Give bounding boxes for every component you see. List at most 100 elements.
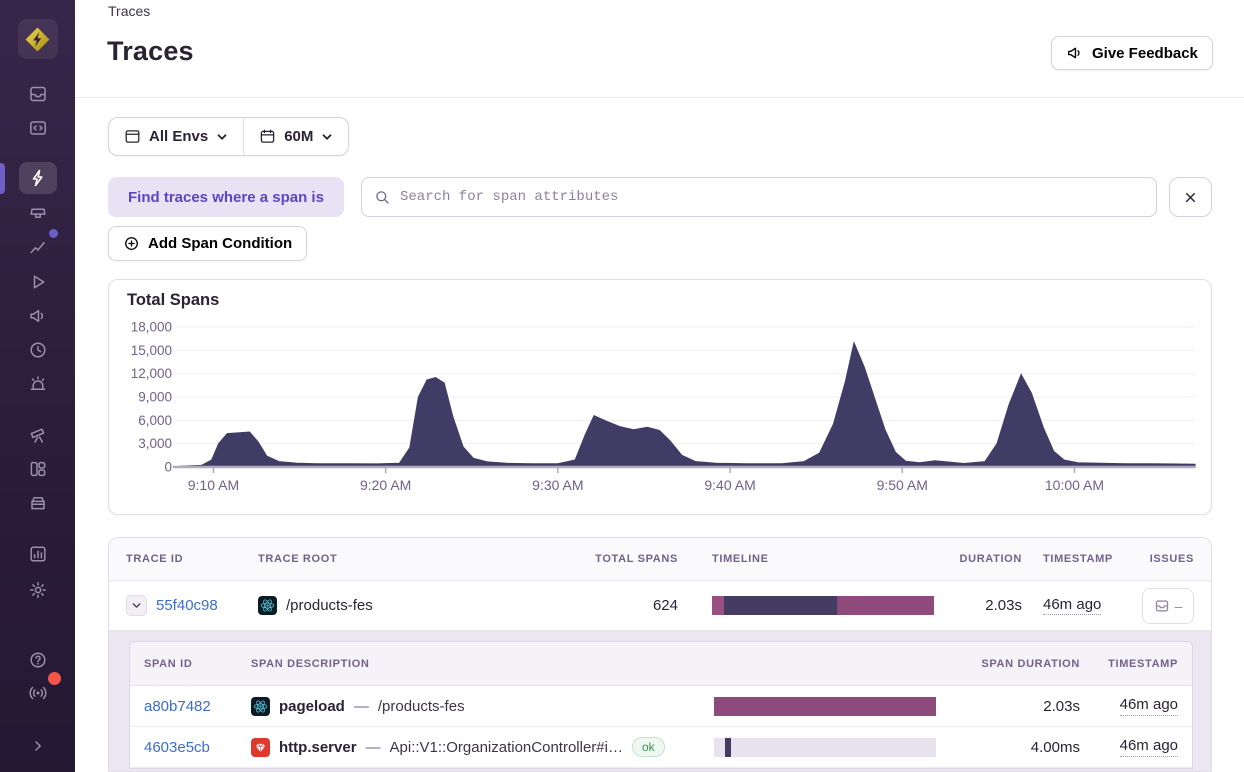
svg-text:9:20 AM: 9:20 AM xyxy=(360,477,411,493)
megaphone-icon xyxy=(1068,47,1080,59)
active-nav-indicator xyxy=(0,163,5,194)
col-issues: ISSUES xyxy=(1149,553,1194,565)
breadcrumb[interactable]: Traces xyxy=(108,3,150,19)
sidebar-item-releases[interactable] xyxy=(19,487,57,519)
svg-text:9:30 AM: 9:30 AM xyxy=(532,477,583,493)
svg-text:12,000: 12,000 xyxy=(131,366,172,381)
span-id-link[interactable]: 4603e5cb xyxy=(144,739,210,756)
sidebar-item-settings[interactable] xyxy=(19,574,57,606)
sidebar-item-traces[interactable] xyxy=(18,162,57,194)
svg-text:9:40 AM: 9:40 AM xyxy=(704,477,755,493)
svg-text:9:50 AM: 9:50 AM xyxy=(877,477,928,493)
span-separator: — xyxy=(353,697,369,715)
close-icon xyxy=(1185,192,1196,202)
total-spans-area-chart: 0 3,000 6,000 9,000 12,000 15,000 18,000 9:10 A… xyxy=(131,320,1196,493)
broadcast-icon xyxy=(28,686,47,700)
chevron-down-icon xyxy=(132,603,141,608)
total-spans-chart-panel: Total Spans 0 3,000 6,000 9,000 12,000 15,000… xyxy=(108,279,1212,515)
sidebar-item-stats[interactable] xyxy=(19,538,57,570)
sidebar xyxy=(0,0,75,772)
span-row: a80b7482 pageload — /products-fes 2.03s xyxy=(130,686,1192,727)
sidebar-item-whats-new[interactable] xyxy=(19,672,61,709)
question-circle-icon xyxy=(29,652,46,668)
time-range-filter-label: 60M xyxy=(284,128,314,145)
trace-id-link[interactable]: 55f40c98 xyxy=(156,597,218,614)
calendar-icon xyxy=(260,129,275,143)
total-spans-value: 624 xyxy=(652,597,678,614)
col-span-duration: SPAN DURATION xyxy=(981,657,1080,670)
give-feedback-label: Give Feedback xyxy=(1092,44,1198,62)
col-trace-id: TRACE ID xyxy=(126,553,184,565)
sidebar-item-insights[interactable] xyxy=(19,229,58,263)
sidebar-collapse-button[interactable] xyxy=(19,730,57,762)
projector-icon xyxy=(29,208,46,219)
megaphone-icon xyxy=(29,310,43,322)
main-content: Traces Traces Give Feedback All Envs 60M… xyxy=(75,0,1244,772)
sentry-logo[interactable] xyxy=(17,19,58,59)
span-timestamp[interactable]: 46m ago xyxy=(1119,737,1178,757)
play-icon xyxy=(33,275,44,289)
whats-new-notification-dot xyxy=(47,672,61,685)
gear-icon xyxy=(29,582,46,598)
col-timestamp: TIMESTAMP xyxy=(1043,553,1113,565)
siren-icon xyxy=(30,376,45,390)
svg-text:10:00 AM: 10:00 AM xyxy=(1045,477,1104,493)
span-op: pageload xyxy=(279,697,345,715)
span-condition-context-label: Find traces where a span is xyxy=(108,177,344,217)
collapse-trace-button[interactable] xyxy=(126,595,147,616)
sidebar-item-user-feedback[interactable] xyxy=(19,300,57,332)
archive-box-icon xyxy=(30,497,45,510)
header-divider xyxy=(75,97,1244,98)
svg-text:15,000: 15,000 xyxy=(131,343,172,358)
give-feedback-button[interactable]: Give Feedback xyxy=(1051,36,1213,70)
time-range-filter[interactable]: 60M xyxy=(244,118,348,155)
sidebar-item-explore[interactable] xyxy=(19,112,57,144)
span-timeline-bar xyxy=(714,737,936,757)
remove-condition-button[interactable] xyxy=(1169,177,1212,217)
trace-row: 55f40c98 /products-fes 624 2.03s 46m ago… xyxy=(109,581,1211,631)
svg-text:3,000: 3,000 xyxy=(138,436,172,451)
chart-title: Total Spans xyxy=(127,291,220,309)
add-span-condition-button[interactable]: Add Span Condition xyxy=(108,226,308,261)
col-timeline: TIMELINE xyxy=(712,553,769,565)
span-separator: — xyxy=(365,738,381,756)
history-clock-icon xyxy=(29,342,46,358)
sidebar-item-discover[interactable] xyxy=(19,419,57,451)
traces-table: TRACE ID TRACE ROOT TOTAL SPANS TIMELINE… xyxy=(108,537,1212,772)
search-input[interactable] xyxy=(400,189,1144,205)
span-timestamp[interactable]: 46m ago xyxy=(1119,696,1178,716)
trace-timestamp[interactable]: 46m ago xyxy=(1043,596,1102,616)
sidebar-item-issues[interactable] xyxy=(19,78,57,110)
lightning-icon xyxy=(32,169,43,187)
layout-grid-icon xyxy=(30,461,45,477)
react-project-icon xyxy=(258,596,277,615)
telescope-icon xyxy=(30,428,44,443)
trace-duration: 2.03s xyxy=(985,597,1022,614)
spans-table-header: SPAN ID SPAN DESCRIPTION SPAN DURATION T… xyxy=(130,642,1192,686)
span-row: 4603e5cb http.server — Api::V1::Organiza… xyxy=(130,727,1192,768)
inbox-icon xyxy=(29,86,46,102)
traces-table-header: TRACE ID TRACE ROOT TOTAL SPANS TIMELINE… xyxy=(109,538,1211,581)
sidebar-item-help[interactable] xyxy=(19,644,57,676)
sidebar-item-alerts[interactable] xyxy=(19,368,57,400)
trace-issues-count: – xyxy=(1174,597,1183,614)
col-span-id: SPAN ID xyxy=(144,657,193,670)
span-id-link[interactable]: a80b7482 xyxy=(144,698,211,715)
span-description: Api::V1::OrganizationController#i… xyxy=(389,738,623,756)
sidebar-item-replays[interactable] xyxy=(19,266,57,298)
line-chart-icon xyxy=(29,242,45,254)
add-span-condition-label: Add Span Condition xyxy=(148,235,293,252)
chevron-down-icon xyxy=(217,133,227,140)
span-attributes-search xyxy=(361,177,1157,217)
environment-filter[interactable]: All Envs xyxy=(109,118,243,155)
window-env-icon xyxy=(125,130,140,143)
svg-text:9:10 AM: 9:10 AM xyxy=(188,477,239,493)
sidebar-item-dashboards[interactable] xyxy=(19,453,57,485)
svg-text:6,000: 6,000 xyxy=(138,413,172,428)
plus-circle-icon xyxy=(125,237,138,250)
page-title: Traces xyxy=(107,36,194,66)
sidebar-item-profiling[interactable] xyxy=(19,197,57,229)
col-trace-root: TRACE ROOT xyxy=(258,553,338,565)
sidebar-item-history[interactable] xyxy=(19,334,57,366)
trace-issues-button[interactable]: – xyxy=(1142,587,1194,624)
